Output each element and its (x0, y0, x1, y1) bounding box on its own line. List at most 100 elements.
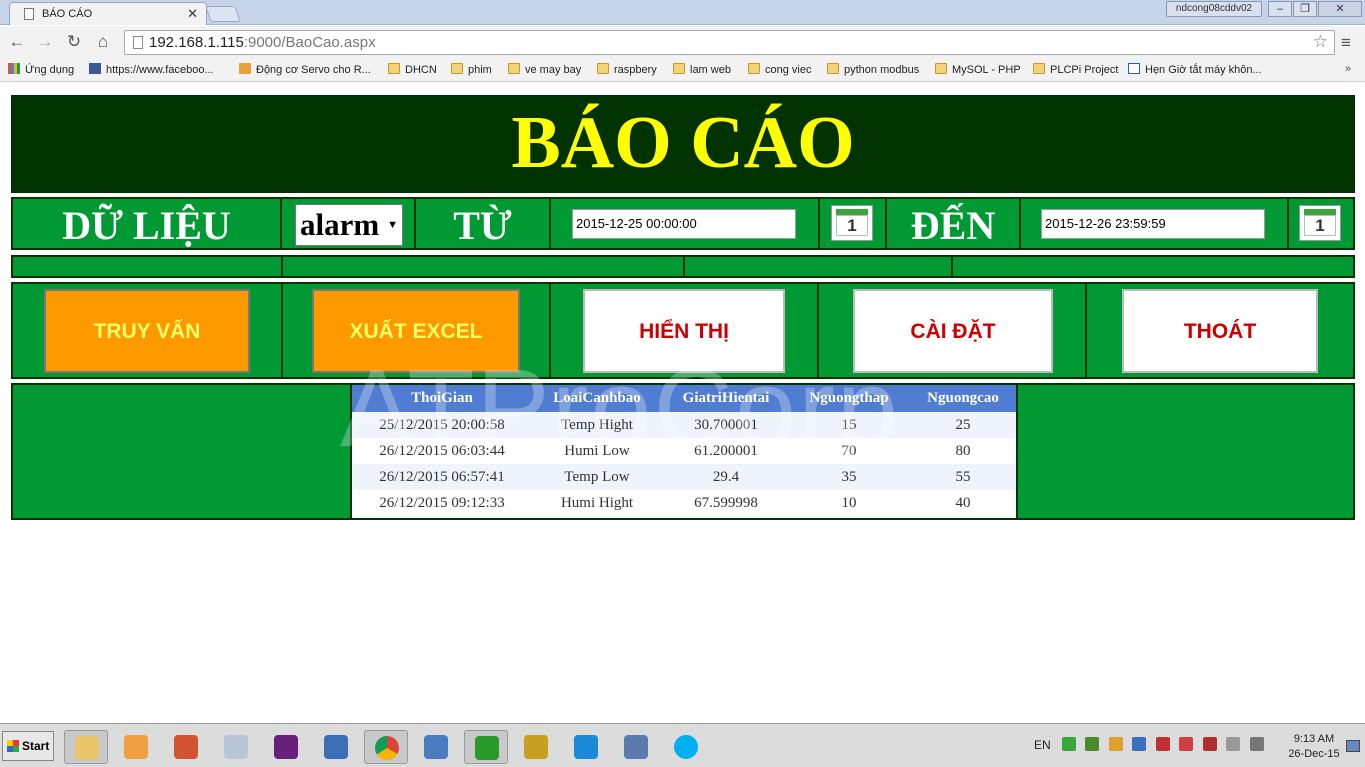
bookmark-facebook[interactable]: https://www.faceboo... (89, 63, 214, 76)
maximize-button[interactable]: ❐ (1293, 1, 1317, 17)
export-excel-button[interactable]: XUẤT EXCEL (312, 289, 520, 373)
spacer-cell (953, 257, 1355, 276)
report-header: BÁO CÁO (11, 95, 1355, 193)
new-tab-button[interactable] (205, 6, 241, 22)
tray-ie-icon[interactable] (1132, 737, 1147, 751)
tray-alert-icon[interactable] (1155, 737, 1170, 751)
browser-titlebar: BÁO CÁO ✕ ndcong08cddv02 – ❐ ✕ (0, 0, 1365, 25)
clock-date: 26-Dec-15 (1288, 748, 1340, 760)
clock[interactable]: 9:13 AM 26-Dec-15 (1284, 732, 1344, 762)
calculator-icon[interactable] (214, 730, 258, 764)
bookmark-mysql-php[interactable]: MySOL - PHP (935, 63, 1021, 76)
spacer-cell (283, 257, 685, 276)
settings-button[interactable]: CÀI ĐẶT (853, 289, 1053, 373)
tray-signal-icon[interactable] (1249, 737, 1264, 751)
language-indicator[interactable]: EN (1034, 738, 1051, 752)
virtual-keyboard-icon[interactable] (614, 730, 658, 764)
tray-network-icon[interactable] (1085, 737, 1100, 751)
home-icon[interactable]: ⌂ (92, 31, 114, 53)
tray-flag-icon[interactable] (1179, 737, 1194, 751)
start-button[interactable]: Start (2, 731, 54, 761)
column-header[interactable]: Nguongthap (790, 385, 908, 411)
media-player-icon[interactable] (114, 730, 158, 764)
data-label-cell: DỮ LIỆU (13, 199, 282, 248)
bookmark-star-icon[interactable]: ☆ (1313, 32, 1328, 52)
bookmark-apps[interactable]: Ứng dụng (8, 63, 74, 76)
remote-desktop-icon[interactable] (314, 730, 358, 764)
folder-icon (388, 63, 400, 74)
powerpoint-icon[interactable] (164, 730, 208, 764)
bookmark-plcpi-project[interactable]: PLCPi Project (1033, 63, 1118, 76)
teamviewer-icon[interactable] (564, 730, 608, 764)
bookmark-hen-gio[interactable]: Hẹn Giờ tắt máy khôn... (1128, 63, 1262, 76)
skype-icon[interactable] (664, 730, 708, 764)
to-date-input[interactable]: 2015-12-26 23:59:59 (1041, 209, 1265, 239)
spacer-row (11, 255, 1355, 278)
table-row: 26/12/2015 06:57:41 Temp Low 29.4 35 55 (352, 464, 1016, 490)
browser-tab[interactable]: BÁO CÁO ✕ (9, 2, 207, 25)
tray-antivirus-icon[interactable] (1062, 737, 1076, 751)
profile-name[interactable]: ndcong08cddv02 (1166, 1, 1262, 17)
table-row: 25/12/2015 20:00:58 Temp Hight 30.700001… (352, 412, 1016, 438)
column-header[interactable]: Nguongcao (908, 385, 1018, 411)
table-cell: 25 (955, 417, 971, 433)
network-icon[interactable] (414, 730, 458, 764)
table-cell: 30.700001 (694, 417, 758, 433)
table-cell: 10 (841, 495, 857, 511)
table-header-row: ThoiGian LoaiCanhbao GiatriHientai Nguon… (352, 385, 1016, 412)
menu-icon[interactable]: ≡ (1341, 33, 1351, 53)
site-icon (239, 63, 251, 74)
bookmark-raspbery[interactable]: raspbery (597, 63, 657, 76)
close-window-button[interactable]: ✕ (1318, 1, 1362, 17)
forward-arrow-icon[interactable]: → (34, 31, 56, 53)
exit-button[interactable]: THOÁT (1122, 289, 1318, 373)
bookmark-phim[interactable]: phim (451, 63, 492, 76)
folder-icon (1033, 63, 1045, 74)
bookmark-ve-may-bay[interactable]: ve may bay (508, 63, 581, 76)
table-cell: 29.4 (712, 469, 740, 485)
bookmarks-overflow-icon[interactable]: » (1345, 63, 1351, 75)
from-calendar-icon[interactable]: 1 (831, 205, 873, 241)
show-desktop-icon[interactable] (1346, 740, 1360, 752)
table-cell: 25/12/2015 20:00:58 (379, 417, 505, 433)
explorer-icon[interactable] (64, 730, 108, 764)
address-bar[interactable]: 192.168.1.115:9000/BaoCao.aspx ☆ (124, 30, 1335, 55)
results-row: ThoiGian LoaiCanhbao GiatriHientai Nguon… (11, 383, 1355, 520)
to-label: ĐẾN (910, 203, 996, 248)
bookmark-lam-web[interactable]: lam web (673, 63, 731, 76)
from-calendar-cell: 1 (820, 199, 887, 248)
data-type-select[interactable]: alarm ▼ (295, 204, 403, 246)
show-button[interactable]: HIỂN THỊ (583, 289, 785, 373)
bookmark-servo[interactable]: Động cơ Servo cho R... (239, 63, 371, 76)
tab-close-icon[interactable]: ✕ (187, 6, 198, 22)
bookmark-dhcn[interactable]: DHCN (388, 63, 437, 76)
back-arrow-icon[interactable]: ← (6, 31, 28, 53)
bookmark-python-modbus[interactable]: python modbus (827, 63, 919, 76)
query-button[interactable]: TRUY VẤN (44, 289, 250, 373)
column-header[interactable]: LoaiCanhbao (532, 385, 662, 411)
archive-icon[interactable] (514, 730, 558, 764)
folder-icon (508, 63, 520, 74)
bookmark-cong-viec[interactable]: cong viec (748, 63, 811, 76)
tray-security-icon[interactable] (1202, 737, 1217, 751)
table-cell: 80 (955, 443, 971, 459)
to-calendar-icon[interactable]: 1 (1299, 205, 1341, 241)
reload-icon[interactable]: ↻ (63, 31, 85, 53)
modbus-icon[interactable] (464, 730, 508, 764)
from-date-input[interactable]: 2015-12-25 00:00:00 (572, 209, 796, 239)
tray-folder-icon[interactable] (1108, 737, 1123, 751)
chrome-icon[interactable] (364, 730, 408, 764)
tray-volume-icon[interactable] (1226, 737, 1241, 751)
column-header[interactable]: ThoiGian (352, 385, 532, 411)
minimize-button[interactable]: – (1268, 1, 1292, 17)
google-icon (1128, 63, 1140, 74)
visual-studio-icon[interactable] (264, 730, 308, 764)
exit-cell: THOÁT (1087, 284, 1355, 377)
tab-title: BÁO CÁO (42, 8, 93, 20)
column-header[interactable]: GiatriHientai (662, 385, 790, 411)
spacer-cell (13, 257, 283, 276)
from-label-cell: TỪ (416, 199, 551, 248)
to-calendar-cell: 1 (1289, 199, 1355, 248)
folder-icon (935, 63, 947, 74)
dropdown-arrow-icon: ▼ (387, 219, 398, 231)
